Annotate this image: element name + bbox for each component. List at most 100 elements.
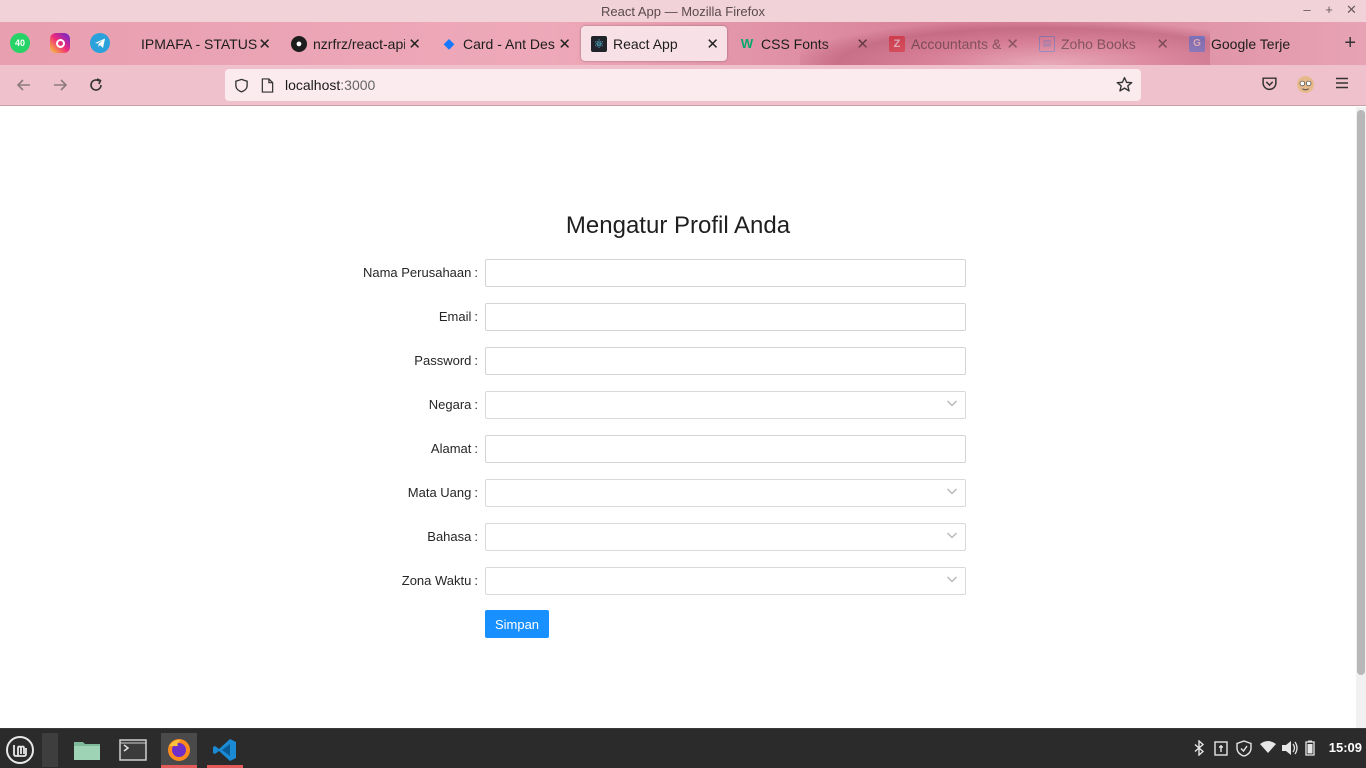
maximize-button[interactable]: + [1324, 2, 1334, 18]
zoho-icon: Z [889, 35, 905, 52]
shield-icon[interactable] [233, 77, 249, 93]
field-label: Bahasa: [427, 529, 478, 544]
tab-zoho-books[interactable]: ▤ Zoho Books ✕ [1029, 26, 1177, 61]
tab-label: nzrfrz/react-api [313, 35, 405, 52]
simpan-button[interactable]: Simpan [485, 610, 549, 638]
tab-close-icon[interactable]: ✕ [558, 35, 571, 53]
tab-strip: 40 IPMAFA - STATUS ✕ ● nzrfrz/react-api … [0, 22, 1366, 106]
label-colon: : [474, 397, 478, 412]
label-colon: : [474, 265, 478, 280]
battery-icon[interactable] [1305, 740, 1315, 759]
label-colon: : [474, 353, 478, 368]
clipboard-icon[interactable] [1214, 740, 1228, 759]
clock[interactable]: 15:09 [1329, 740, 1362, 755]
back-button[interactable] [13, 74, 35, 96]
pinned-tab-instagram[interactable] [50, 33, 70, 53]
reload-button[interactable] [85, 74, 107, 96]
taskbar: 15:09 [0, 728, 1366, 768]
wifi-icon[interactable] [1259, 740, 1277, 757]
bookmark-star-icon[interactable] [1116, 76, 1133, 98]
update-shield-icon[interactable] [1236, 740, 1252, 760]
tab-css-fonts[interactable]: W CSS Fonts ✕ [729, 26, 877, 61]
tab-ipmafa-status[interactable]: IPMAFA - STATUS ✕ [131, 26, 279, 61]
bahasa-select[interactable] [485, 523, 966, 551]
tab-close-icon[interactable]: ✕ [258, 35, 271, 53]
linux-mint-logo-icon [6, 736, 34, 764]
bluetooth-icon[interactable] [1193, 739, 1205, 759]
tab-ant-design[interactable]: ◆ Card - Ant Desi ✕ [431, 26, 579, 61]
chevron-down-icon [947, 400, 957, 407]
account-avatar-icon[interactable] [1296, 75, 1315, 99]
zona-waktu-select[interactable] [485, 567, 966, 595]
field-label: Negara: [429, 397, 478, 412]
address-bar[interactable]: localhost:3000 [225, 69, 1141, 101]
back-arrow-icon [16, 79, 30, 91]
page-scrollbar[interactable] [1356, 107, 1366, 728]
telegram-icon [95, 38, 105, 48]
google-translate-icon: G [1189, 35, 1205, 52]
page-icon[interactable] [259, 77, 275, 93]
tab-close-icon[interactable]: ✕ [408, 35, 421, 53]
tab-github[interactable]: ● nzrfrz/react-api ✕ [281, 26, 429, 61]
reload-icon [90, 78, 102, 91]
nama-perusahaan-input[interactable] [485, 259, 966, 287]
field-label: Alamat: [431, 441, 478, 456]
github-icon: ● [291, 35, 307, 52]
forward-button[interactable] [49, 74, 71, 96]
tab-react-app[interactable]: ⚛ React App ✕ [581, 26, 727, 61]
pinned-tab-whatsapp[interactable]: 40 [10, 33, 30, 53]
minimize-button[interactable]: – [1302, 2, 1312, 18]
terminal-app-button[interactable] [115, 733, 151, 767]
close-window-button[interactable]: ✕ [1346, 2, 1357, 18]
tab-label: Zoho Books [1061, 35, 1136, 52]
form-row-nama-perusahaan: Nama Perusahaan: [300, 259, 966, 287]
firefox-icon [168, 739, 190, 761]
terminal-icon [119, 739, 147, 761]
folder-icon [74, 742, 100, 760]
tab-accountants[interactable]: Z Accountants & ✕ [879, 26, 1027, 61]
label-colon: : [474, 485, 478, 500]
password-input[interactable] [485, 347, 966, 375]
field-label-text: Alamat [430, 441, 472, 456]
scrollbar-thumb[interactable] [1357, 110, 1365, 675]
url-port: :3000 [340, 77, 376, 93]
alamat-input[interactable] [485, 435, 966, 463]
tab-google-translate[interactable]: G Google Terjem [1179, 26, 1327, 61]
field-label: Zona Waktu: [402, 573, 478, 588]
label-colon: : [474, 309, 478, 324]
tab-close-icon[interactable]: ✕ [1006, 35, 1019, 53]
email-input[interactable] [485, 303, 966, 331]
window-controls: – + ✕ [1302, 2, 1357, 18]
tab-close-icon[interactable]: ✕ [856, 35, 869, 53]
vscode-app-button[interactable] [207, 733, 243, 768]
new-tab-button[interactable]: + [1344, 32, 1356, 55]
form-row-email: Email: [300, 303, 966, 331]
start-menu-button[interactable] [2, 733, 38, 767]
pinned-tab-telegram[interactable] [90, 33, 110, 53]
field-label-text: Negara [428, 397, 472, 412]
tab-label: CSS Fonts [761, 35, 829, 52]
navigation-toolbar: localhost:3000 [0, 65, 1366, 106]
hamburger-menu-icon[interactable] [1334, 75, 1350, 96]
field-label-text: Zona Waktu [401, 573, 472, 588]
instagram-icon [55, 38, 65, 48]
show-desktop-button[interactable] [42, 733, 58, 767]
pocket-icon[interactable] [1261, 75, 1278, 97]
tab-label: Card - Ant Desi [463, 35, 555, 52]
window-title: React App — Mozilla Firefox [600, 3, 765, 19]
tab-label: Accountants & [911, 35, 1001, 52]
url-text[interactable]: localhost:3000 [285, 77, 375, 93]
field-label-text: Nama Perusahaan [362, 265, 472, 280]
files-app-button[interactable] [69, 733, 105, 767]
mata-uang-select[interactable] [485, 479, 966, 507]
window-titlebar: React App — Mozilla Firefox – + ✕ [0, 0, 1366, 22]
field-label: Email: [439, 309, 478, 324]
tab-close-icon[interactable]: ✕ [706, 35, 719, 53]
firefox-app-button[interactable] [161, 733, 197, 768]
negara-select[interactable] [485, 391, 966, 419]
form-row-mata-uang: Mata Uang: [300, 479, 966, 507]
form-row-zona-waktu: Zona Waktu: [300, 567, 966, 595]
tab-close-icon[interactable]: ✕ [1156, 35, 1169, 53]
label-colon: : [474, 573, 478, 588]
volume-icon[interactable] [1281, 740, 1299, 759]
